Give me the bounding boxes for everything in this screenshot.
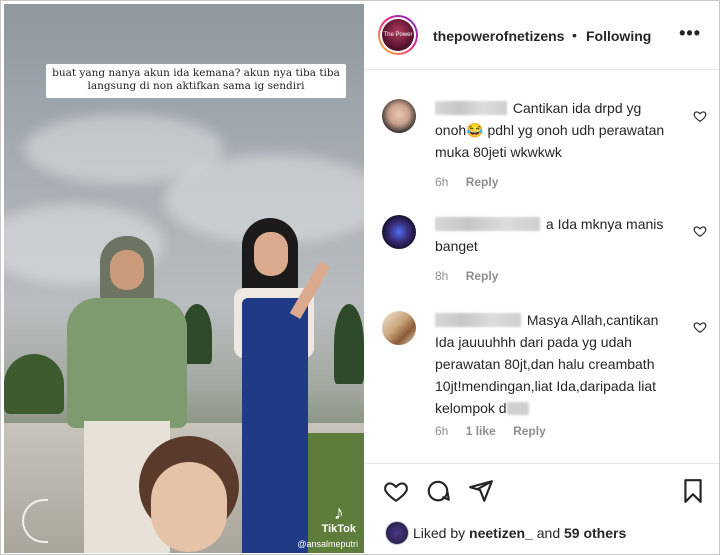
tiktok-icon: ♪ [333,502,344,524]
comment-icon[interactable] [425,478,451,504]
comment-time: 6h [435,424,449,438]
comment-time: 8h [435,269,449,283]
heart-icon[interactable] [693,109,707,123]
comment-time: 6h [435,175,449,189]
heart-icon[interactable] [693,224,707,238]
reply-button[interactable]: Reply [513,424,546,438]
bookmark-icon[interactable] [680,478,706,504]
comment-item: Cantikan ida drpd yg onoh😂 pdhl yg onoh … [365,93,719,203]
comment-avatar[interactable] [382,311,416,345]
username-blurred [435,313,521,327]
comment-avatar[interactable] [382,99,416,133]
video-caption: buat yang nanya akun ida kemana? akun ny… [46,64,346,98]
comment-text: Masya Allah,cantikan Ida jauuuhhh dari p… [435,309,675,419]
author-avatar-image: The Power of Netizens [382,19,414,51]
tiktok-watermark: ♪ TikTok [322,503,356,535]
likes-others[interactable]: 59 others [564,525,626,541]
tiktok-user: @ansalmeputri [297,539,358,549]
like-heart-icon[interactable] [383,478,409,504]
post-video[interactable]: buat yang nanya akun ida kemana? akun ny… [4,4,364,553]
tiktok-label: TikTok [321,523,356,535]
author-avatar[interactable]: The Power of Netizens [378,15,418,55]
reply-button[interactable]: Reply [466,269,499,283]
username-blurred [435,101,507,115]
following-button[interactable]: Following [586,28,651,44]
video-caption-text: buat yang nanya akun ida kemana? akun ny… [52,67,340,92]
comment-meta: 6h Reply [435,175,512,189]
comment-avatar[interactable] [382,215,416,249]
post-header: The Power of Netizens thepowerofnetizens… [365,1,719,70]
comment-meta: 6h 1 like Reply [435,424,560,438]
comment-text: Cantikan ida drpd yg onoh😂 pdhl yg onoh … [435,97,675,163]
comment-text: a Ida mknya manis banget [435,213,675,257]
post-dialog: buat yang nanya akun ida kemana? akun ny… [0,0,720,555]
username-blurred [435,217,540,231]
likes-prefix: Liked by [413,525,466,541]
comment-meta: 8h Reply [435,269,512,283]
comment-item: Masya Allah,cantikan Ida jauuuhhh dari p… [365,309,719,449]
person-child [139,436,239,553]
likes-summary: Liked by neetizen_ and 59 others [365,516,719,550]
more-icon[interactable]: ••• [679,23,701,44]
likes-and: and [536,525,561,541]
author-username[interactable]: thepowerofnetizens [433,28,564,44]
heart-icon[interactable] [693,320,707,334]
post-actions [365,463,719,514]
share-icon[interactable] [468,478,494,504]
header-separator: • [572,27,577,43]
comment-like-count[interactable]: 1 like [466,424,496,438]
text-blurred [506,402,529,415]
likes-text: Liked by neetizen_ and 59 others [413,525,626,541]
reply-button[interactable]: Reply [466,175,499,189]
comment-body: Masya Allah,cantikan Ida jauuuhhh dari p… [435,312,659,416]
liker-username[interactable]: neetizen_ [469,525,533,541]
liker-avatar[interactable] [385,521,409,545]
comment-item: a Ida mknya manis banget 8h Reply [365,211,719,291]
side-panel: The Power of Netizens thepowerofnetizens… [365,1,719,554]
